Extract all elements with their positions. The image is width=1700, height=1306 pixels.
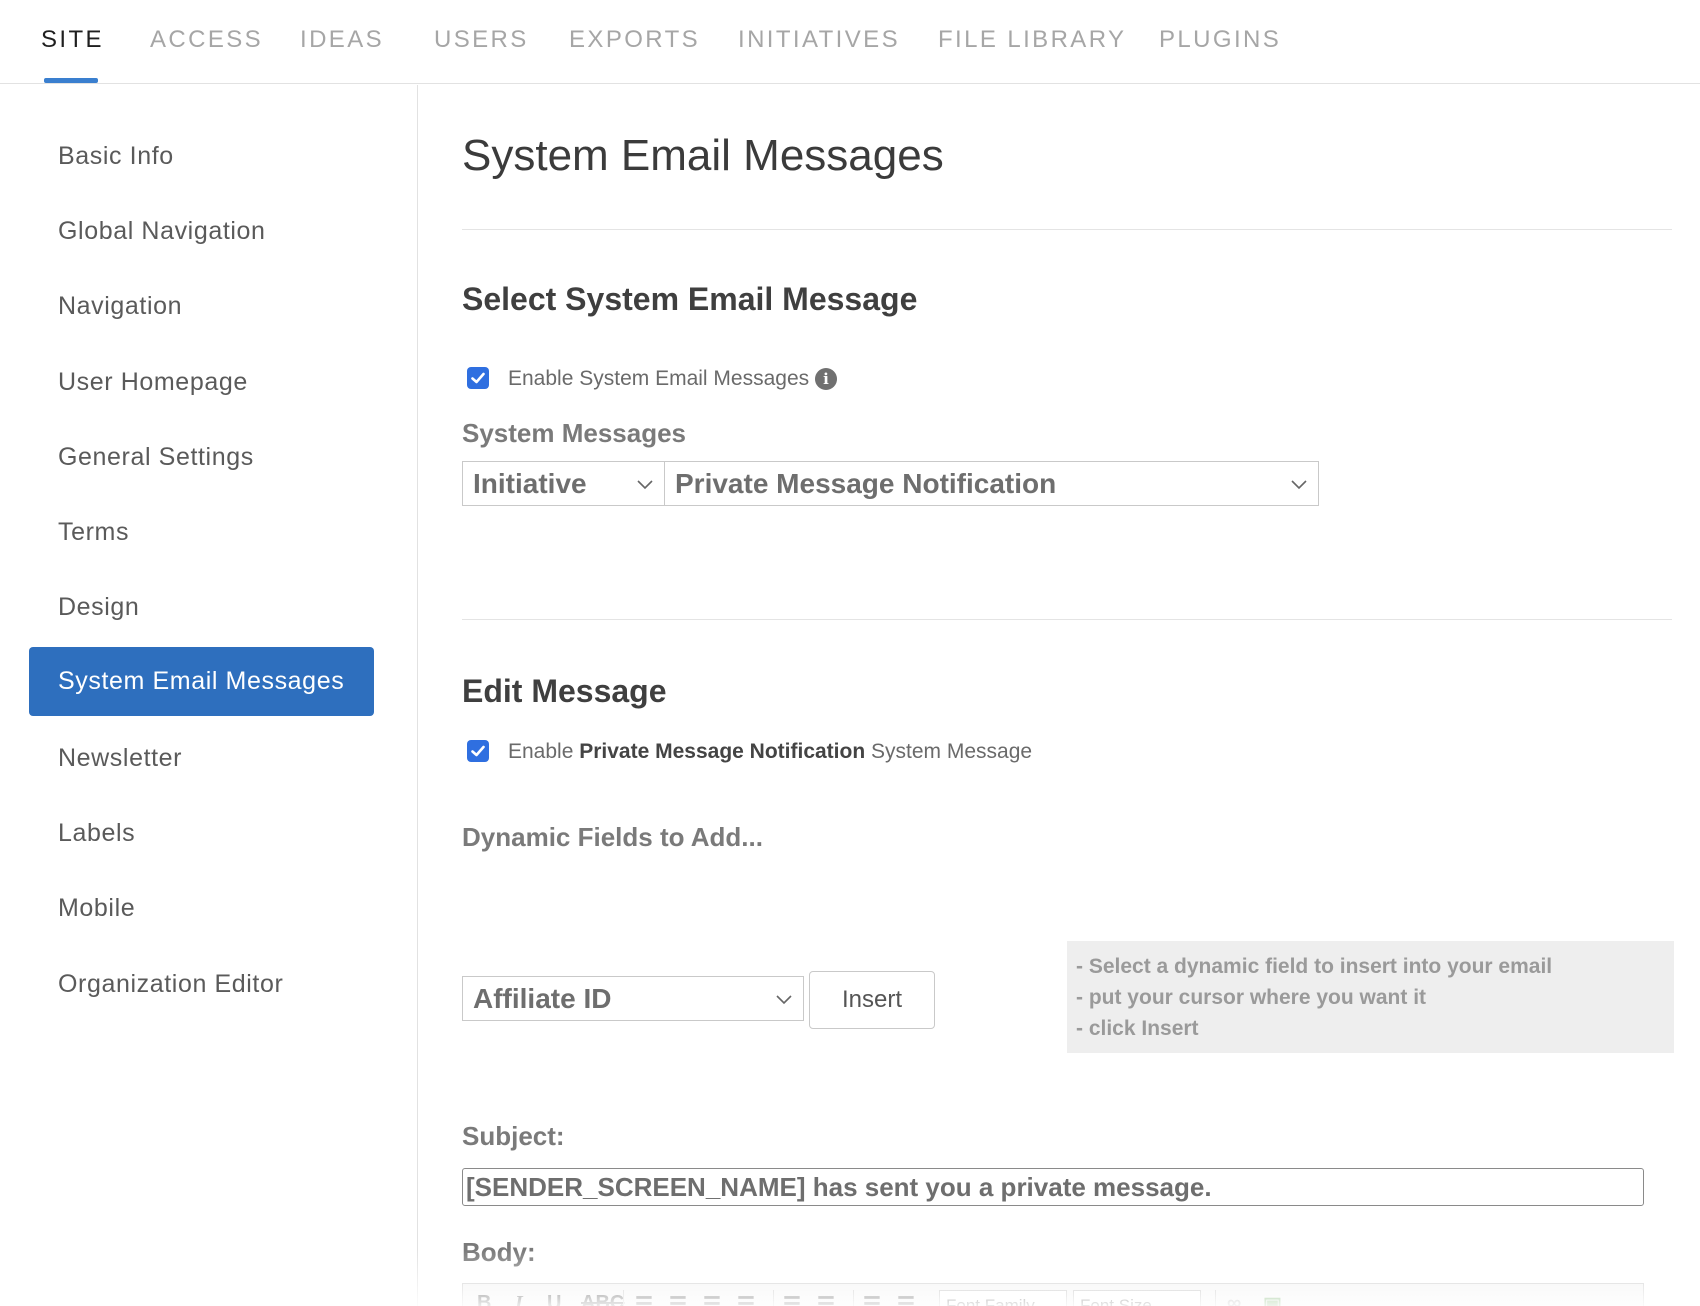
strikethrough-button[interactable]: ABC: [581, 1292, 624, 1306]
sidebar-item-user-homepage[interactable]: User Homepage: [29, 346, 374, 418]
toolbar-separator: [1215, 1290, 1216, 1306]
hint-line: - Select a dynamic field to insert into …: [1076, 955, 1553, 978]
outdent-icon[interactable]: ☰: [863, 1292, 881, 1306]
tab-exports[interactable]: EXPORTS: [569, 26, 700, 54]
enable-message-checkbox[interactable]: [467, 740, 489, 762]
tab-plugins[interactable]: PLUGINS: [1159, 26, 1281, 54]
dynamic-field-select[interactable]: Affiliate ID: [462, 976, 804, 1021]
align-center-icon[interactable]: ☰: [669, 1292, 687, 1306]
toolbar-separator: [853, 1290, 854, 1306]
tab-access[interactable]: ACCESS: [150, 26, 263, 54]
underline-button[interactable]: U: [547, 1292, 561, 1306]
tab-initiatives[interactable]: INITIATIVES: [738, 26, 900, 54]
select-section-title: Select System Email Message: [462, 281, 918, 317]
sidebar-item-organization-editor[interactable]: Organization Editor: [29, 948, 374, 1020]
chevron-down-icon: [1291, 480, 1307, 490]
top-tab-bar: SITE ACCESS IDEAS USERS EXPORTS INITIATI…: [0, 0, 1700, 84]
align-left-icon[interactable]: ☰: [635, 1292, 653, 1306]
sidebar-item-general-settings[interactable]: General Settings: [29, 421, 374, 493]
message-category-select[interactable]: Initiative: [462, 461, 665, 506]
message-select[interactable]: Private Message Notification: [664, 461, 1319, 506]
enable-prefix: Enable: [508, 740, 574, 763]
enable-system-email-checkbox[interactable]: [467, 367, 489, 389]
enable-system-email-label: Enable System Email Messages: [508, 367, 810, 390]
system-messages-label: System Messages: [462, 418, 687, 448]
bold-button[interactable]: B: [477, 1292, 491, 1306]
font-family-select[interactable]: Font Family: [939, 1290, 1067, 1306]
info-icon[interactable]: i: [815, 368, 837, 390]
bullet-list-icon[interactable]: ☰: [783, 1292, 801, 1306]
tab-users[interactable]: USERS: [434, 26, 529, 54]
sidebar-item-terms[interactable]: Terms: [29, 496, 374, 568]
sidebar-item-navigation[interactable]: Navigation: [29, 270, 374, 342]
italic-button[interactable]: I: [515, 1292, 523, 1306]
chevron-down-icon: [776, 995, 792, 1005]
sidebar-item-labels[interactable]: Labels: [29, 797, 374, 869]
hint-line: - click Insert: [1076, 1017, 1199, 1040]
align-justify-icon[interactable]: ☰: [737, 1292, 755, 1306]
align-right-icon[interactable]: ☰: [703, 1292, 721, 1306]
tab-file-library[interactable]: FILE LIBRARY: [938, 26, 1126, 54]
sidebar: Basic Info Global Navigation Navigation …: [0, 85, 418, 1306]
dynamic-field-value: Affiliate ID: [473, 983, 612, 1014]
toolbar-separator: [773, 1290, 774, 1306]
page-title: System Email Messages: [462, 131, 944, 180]
enable-message-name: Private Message Notification: [579, 740, 866, 763]
sidebar-item-basic-info[interactable]: Basic Info: [29, 120, 374, 192]
dynamic-field-hint: - Select a dynamic field to insert into …: [1067, 941, 1674, 1053]
image-icon[interactable]: ▣: [1263, 1292, 1282, 1306]
toolbar-separator: [623, 1290, 624, 1306]
edit-section-title: Edit Message: [462, 673, 667, 709]
sidebar-item-system-email-messages[interactable]: System Email Messages: [29, 647, 374, 716]
active-tab-indicator: [44, 78, 98, 83]
message-value: Private Message Notification: [675, 468, 1057, 499]
divider: [462, 619, 1672, 620]
enable-message-label: Enable Private Message Notification Syst…: [508, 740, 1032, 764]
subject-input[interactable]: [SENDER_SCREEN_NAME] has sent you a priv…: [462, 1168, 1644, 1206]
subject-label: Subject:: [462, 1121, 565, 1151]
editor-toolbar: B I U ABC ☰ ☰ ☰ ☰ ☰ ☰ ☰ ☰ Font Family Fo…: [462, 1283, 1644, 1306]
hint-line: - put your cursor where you want it: [1076, 986, 1427, 1009]
main-content: System Email Messages Select System Emai…: [419, 85, 1700, 1306]
tab-site[interactable]: SITE: [41, 26, 104, 54]
divider: [462, 229, 1672, 230]
indent-icon[interactable]: ☰: [897, 1292, 915, 1306]
enable-suffix: System Message: [871, 740, 1033, 763]
message-category-value: Initiative: [473, 468, 587, 499]
sidebar-item-mobile[interactable]: Mobile: [29, 872, 374, 944]
sidebar-item-newsletter[interactable]: Newsletter: [29, 722, 374, 794]
tab-ideas[interactable]: IDEAS: [300, 26, 384, 54]
sidebar-item-global-navigation[interactable]: Global Navigation: [29, 195, 374, 267]
body-label: Body:: [462, 1237, 536, 1267]
numbered-list-icon[interactable]: ☰: [817, 1292, 835, 1306]
font-size-select[interactable]: Font Size: [1073, 1290, 1201, 1306]
dynamic-fields-label: Dynamic Fields to Add...: [462, 822, 763, 852]
insert-button[interactable]: Insert: [809, 971, 935, 1029]
chevron-down-icon: [637, 480, 653, 490]
link-icon[interactable]: ∞: [1227, 1292, 1241, 1306]
sidebar-item-design[interactable]: Design: [29, 571, 374, 643]
